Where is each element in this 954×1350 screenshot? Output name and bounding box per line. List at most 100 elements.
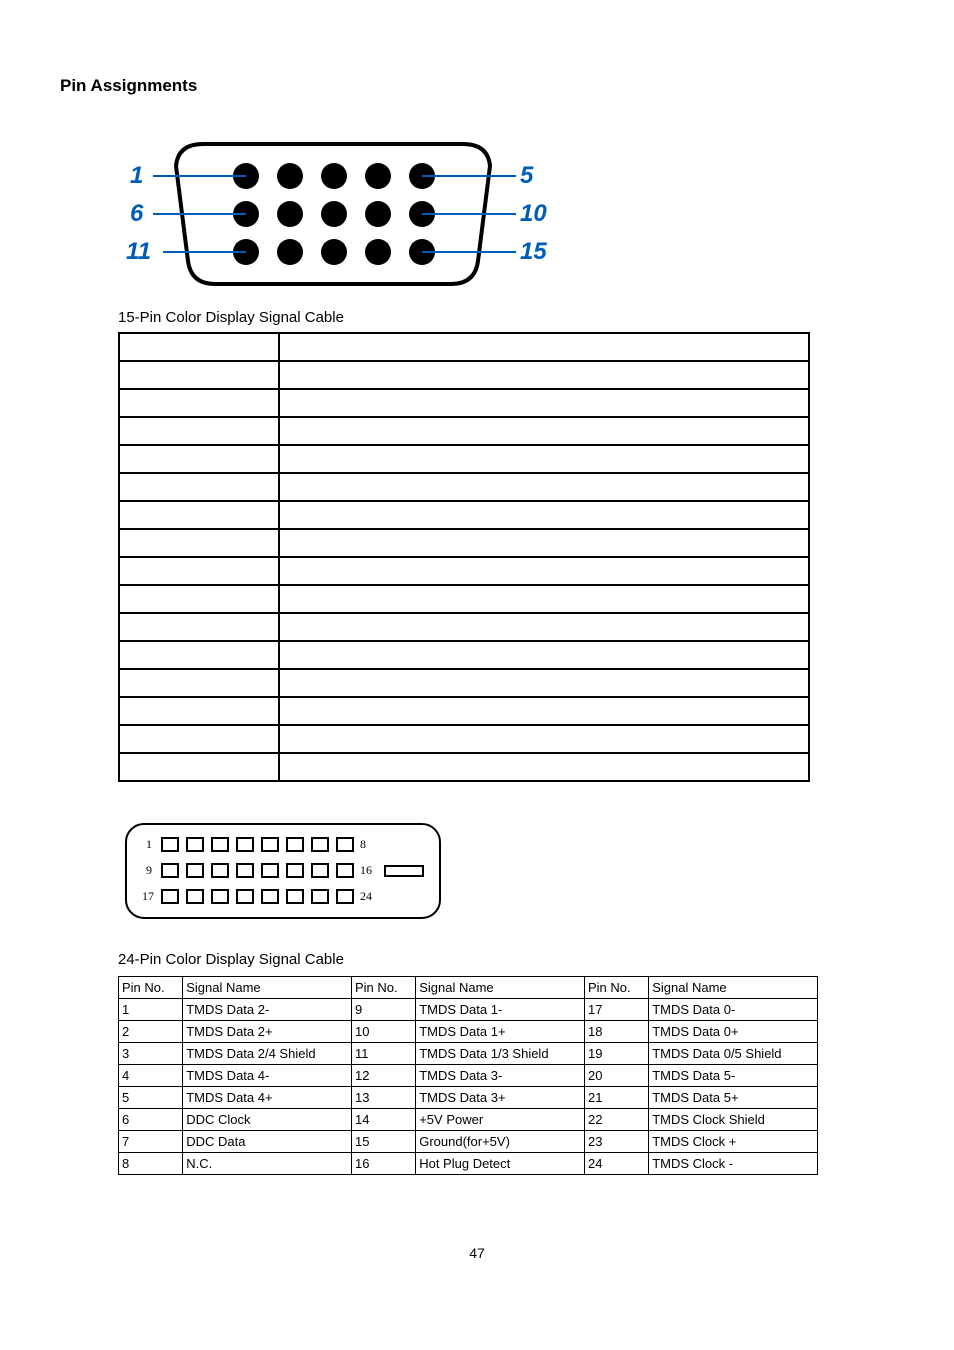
dvi-pin-label-8: 8 bbox=[360, 837, 366, 851]
dvi-signal-cell: TMDS Data 5+ bbox=[649, 1087, 818, 1109]
vga-pin-cell: 1. bbox=[119, 361, 279, 389]
dvi-signal-cell: TMDS Clock - bbox=[649, 1153, 818, 1175]
dvi-header-pin-3: Pin No. bbox=[584, 977, 648, 999]
vga-desc-cell: Green bbox=[279, 389, 809, 417]
dvi-pin-cell: 2 bbox=[119, 1021, 183, 1043]
dvi-connector-diagram: 1 9 17 8 16 24 bbox=[118, 816, 894, 931]
dvi-signal-cell: DDC Data bbox=[183, 1131, 352, 1153]
vga-desc-cell: Digital Ground bbox=[279, 473, 809, 501]
dvi-pin-cell: 8 bbox=[119, 1153, 183, 1175]
vga-pin-cell: 9. bbox=[119, 585, 279, 613]
vga-pin-cell: 15. bbox=[119, 753, 279, 781]
dvi-signal-cell: TMDS Data 5- bbox=[649, 1065, 818, 1087]
vga-desc-cell: Monitor ID Bit 2 (GND) bbox=[279, 445, 809, 473]
dvi-signal-cell: TMDS Data 4- bbox=[183, 1065, 352, 1087]
dvi-header-pin-2: Pin No. bbox=[351, 977, 415, 999]
dvi-signal-cell: TMDS Clock + bbox=[649, 1131, 818, 1153]
dvi-pin-cell: 22 bbox=[584, 1109, 648, 1131]
dvi-pinout-table: Pin No. Signal Name Pin No. Signal Name … bbox=[118, 976, 818, 1175]
pin-assignments-heading: Pin Assignments bbox=[60, 76, 894, 96]
dvi-pin-cell: 23 bbox=[584, 1131, 648, 1153]
vga-pin-cell: 12. bbox=[119, 669, 279, 697]
vga-table-heading: 15-Pin Color Display Signal Cable bbox=[118, 309, 894, 326]
dvi-signal-cell: TMDS Data 0+ bbox=[649, 1021, 818, 1043]
vga-desc-cell: DDC-Serial Data bbox=[279, 669, 809, 697]
dvi-pin-cell: 18 bbox=[584, 1021, 648, 1043]
dvi-pin-cell: 9 bbox=[351, 999, 415, 1021]
dvi-pin-cell: 24 bbox=[584, 1153, 648, 1175]
dvi-pin-cell: 5 bbox=[119, 1087, 183, 1109]
dvi-signal-cell: TMDS Data 3+ bbox=[416, 1087, 585, 1109]
vga-pin-label-5: 5 bbox=[520, 162, 533, 190]
vga-desc-cell: V-Sync bbox=[279, 725, 809, 753]
vga-pin-cell: 5. bbox=[119, 473, 279, 501]
dvi-pin-cell: 14 bbox=[351, 1109, 415, 1131]
vga-pin-cell: 14. bbox=[119, 725, 279, 753]
dvi-pin-cell: 6 bbox=[119, 1109, 183, 1131]
dvi-pin-cell: 15 bbox=[351, 1131, 415, 1153]
dvi-pin-cell: 21 bbox=[584, 1087, 648, 1109]
vga-pin-cell: 10. bbox=[119, 613, 279, 641]
vga-desc-cell: G-Ground bbox=[279, 529, 809, 557]
vga-pin-cell: 7. bbox=[119, 529, 279, 557]
vga-pin-cell: 8. bbox=[119, 557, 279, 585]
dvi-signal-cell: TMDS Data 2/4 Shield bbox=[183, 1043, 352, 1065]
vga-desc-cell: B-Ground bbox=[279, 557, 809, 585]
dvi-signal-cell: TMDS Data 1- bbox=[416, 999, 585, 1021]
vga-pin-cell: 13. bbox=[119, 697, 279, 725]
dvi-signal-cell: TMDS Data 2- bbox=[183, 999, 352, 1021]
vga-pin-cell: 3. bbox=[119, 417, 279, 445]
dvi-pin-label-1: 1 bbox=[146, 837, 152, 851]
dvi-header-pin-1: Pin No. bbox=[119, 977, 183, 999]
dvi-signal-cell: Hot Plug Detect bbox=[416, 1153, 585, 1175]
dvi-signal-cell: N.C. bbox=[183, 1153, 352, 1175]
dvi-signal-cell: TMDS Data 4+ bbox=[183, 1087, 352, 1109]
dvi-pin-cell: 13 bbox=[351, 1087, 415, 1109]
vga-pin-label-10: 10 bbox=[520, 200, 547, 228]
vga-pin-cell: 11. bbox=[119, 641, 279, 669]
dvi-table-heading: 24-Pin Color Display Signal Cable bbox=[118, 951, 894, 968]
vga-desc-cell: Monitor ID Bit 0 (GND) bbox=[279, 641, 809, 669]
dvi-pin-label-24: 24 bbox=[360, 889, 372, 903]
vga-pin-label-15: 15 bbox=[520, 238, 547, 266]
dvi-header-sig-1: Signal Name bbox=[183, 977, 352, 999]
dvi-pin-cell: 12 bbox=[351, 1065, 415, 1087]
vga-pinout-table: PIN NO.DESCRIPTION 1.Red2.Green3.Blue4.M… bbox=[118, 332, 810, 782]
dvi-header-sig-2: Signal Name bbox=[416, 977, 585, 999]
dvi-signal-cell: TMDS Data 1/3 Shield bbox=[416, 1043, 585, 1065]
dvi-signal-cell: TMDS Data 0/5 Shield bbox=[649, 1043, 818, 1065]
dvi-pin-cell: 7 bbox=[119, 1131, 183, 1153]
dvi-signal-cell: +5V Power bbox=[416, 1109, 585, 1131]
dvi-pin-cell: 19 bbox=[584, 1043, 648, 1065]
vga-pin-label-1: 1 bbox=[130, 162, 143, 190]
dvi-pin-cell: 4 bbox=[119, 1065, 183, 1087]
dvi-signal-cell: TMDS Data 0- bbox=[649, 999, 818, 1021]
dvi-header-sig-3: Signal Name bbox=[649, 977, 818, 999]
dvi-signal-cell: TMDS Data 3- bbox=[416, 1065, 585, 1087]
vga-pin-label-11: 11 bbox=[126, 238, 151, 266]
vga-pin-cell: 4. bbox=[119, 445, 279, 473]
dvi-pin-label-17: 17 bbox=[142, 889, 154, 903]
vga-desc-cell: DDC-Serial Clock bbox=[279, 753, 809, 781]
vga-header-desc: DESCRIPTION bbox=[279, 333, 809, 361]
dvi-signal-cell: TMDS Data 2+ bbox=[183, 1021, 352, 1043]
dvi-pin-cell: 3 bbox=[119, 1043, 183, 1065]
dvi-pin-cell: 10 bbox=[351, 1021, 415, 1043]
vga-pin-cell: 6. bbox=[119, 501, 279, 529]
vga-desc-cell: Blue bbox=[279, 417, 809, 445]
dvi-pin-cell: 1 bbox=[119, 999, 183, 1021]
page-number: 47 bbox=[60, 1245, 894, 1261]
dvi-pin-cell: 16 bbox=[351, 1153, 415, 1175]
vga-pin-label-6: 6 bbox=[130, 200, 143, 228]
vga-desc-cell: H-Sync bbox=[279, 697, 809, 725]
dvi-pin-cell: 20 bbox=[584, 1065, 648, 1087]
dvi-pin-label-9: 9 bbox=[146, 863, 152, 877]
dvi-pin-cell: 17 bbox=[584, 999, 648, 1021]
vga-desc-cell: Red bbox=[279, 361, 809, 389]
vga-pin-cell: 2. bbox=[119, 389, 279, 417]
vga-desc-cell: R-Ground bbox=[279, 501, 809, 529]
dvi-signal-cell: Ground(for+5V) bbox=[416, 1131, 585, 1153]
dvi-signal-cell: DDC Clock bbox=[183, 1109, 352, 1131]
vga-header-pin: PIN NO. bbox=[119, 333, 279, 361]
dvi-signal-cell: TMDS Data 1+ bbox=[416, 1021, 585, 1043]
